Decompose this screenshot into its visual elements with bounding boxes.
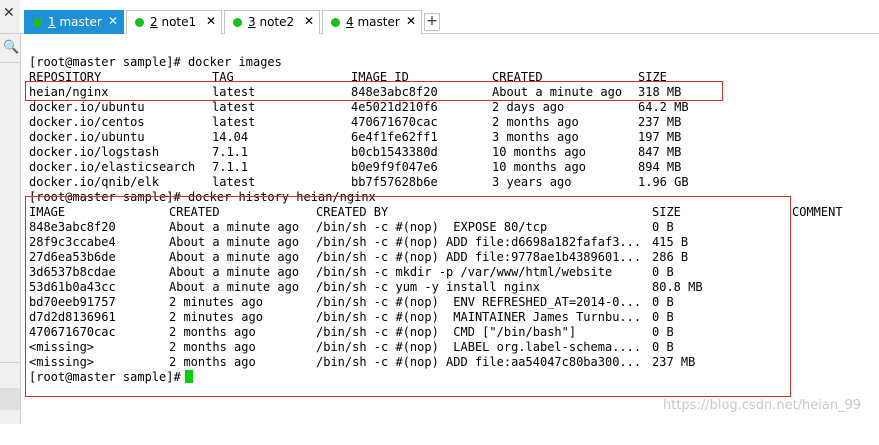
repository-cell: docker.io/elasticsearch	[29, 160, 196, 174]
left-sidebar: ✕ 🔍	[0, 0, 21, 424]
divider	[0, 33, 20, 34]
close-icon[interactable]: ✕	[3, 5, 15, 21]
divider	[0, 362, 20, 363]
tab-4-master[interactable]: 4 master ✕	[322, 10, 422, 34]
tab-close-icon[interactable]: ✕	[108, 14, 118, 28]
sidebar-scroll-block[interactable]	[0, 388, 20, 410]
size-cell: 1.96 GB	[638, 175, 689, 189]
table-row: docker.io/logstash 7.1.1 b0cb1543380d 10…	[29, 145, 681, 160]
table-row: docker.io/elasticsearch 7.1.1 b0e9f9f047…	[29, 160, 681, 175]
command-line: [root@master sample]# docker images	[29, 55, 282, 70]
created-cell: 3 years ago	[492, 175, 572, 189]
size-cell: 64.2 MB	[638, 100, 689, 114]
table-row: docker.io/centos latest 470671670cac 2 m…	[29, 115, 681, 130]
tag-cell: latest	[212, 100, 256, 114]
connected-status-icon	[331, 18, 340, 27]
add-tab-button[interactable]: +	[424, 13, 440, 31]
image-id-cell: 4e5021d210f6	[351, 100, 438, 114]
tab-name: note1	[161, 15, 197, 29]
size-cell: 197 MB	[638, 130, 682, 144]
table-row: docker.io/ubuntu latest 4e5021d210f6 2 d…	[29, 100, 689, 115]
tag-cell: 7.1.1	[212, 160, 249, 174]
repository-cell: docker.io/qnib/elk	[29, 175, 160, 189]
table-row: docker.io/qnib/elk latest bb7f57628b6e 3…	[29, 175, 689, 190]
connected-status-icon	[233, 18, 242, 27]
tab-close-icon[interactable]: ✕	[406, 14, 416, 28]
size-cell: 894 MB	[638, 160, 682, 174]
image-id-cell: 470671670cac	[351, 115, 438, 129]
repository-cell: docker.io/centos	[29, 115, 145, 129]
tab-close-icon[interactable]: ✕	[206, 14, 216, 28]
tab-name: master	[357, 15, 400, 29]
tab-1-master[interactable]: 1 master ✕	[24, 10, 124, 34]
tab-number: 4	[346, 15, 354, 29]
size-cell: 847 MB	[638, 145, 682, 159]
tab-3-note2[interactable]: 3 note2 ✕	[224, 10, 320, 34]
tag-cell: latest	[212, 175, 256, 189]
highlight-box-image-row	[25, 81, 723, 101]
connected-status-icon	[33, 18, 42, 27]
repository-cell: docker.io/ubuntu	[29, 130, 145, 144]
image-id-cell: bb7f57628b6e	[351, 175, 438, 189]
divider	[0, 62, 20, 63]
tab-number: 2	[150, 15, 158, 29]
created-cell: 10 months ago	[492, 145, 586, 159]
tag-cell: 7.1.1	[212, 145, 249, 159]
tag-cell: latest	[212, 115, 256, 129]
tab-name: master	[59, 15, 102, 29]
tab-2-note1[interactable]: 2 note1 ✕	[126, 10, 222, 34]
connected-status-icon	[135, 18, 144, 27]
created-cell: 2 months ago	[492, 115, 579, 129]
image-id-cell: 6e4f1fe62ff1	[351, 130, 438, 144]
created-cell: 3 months ago	[492, 130, 579, 144]
image-id-cell: b0e9f9f047e6	[351, 160, 438, 174]
column-header: COMMENT	[792, 205, 843, 219]
created-cell: 10 months ago	[492, 160, 586, 174]
size-cell: 237 MB	[638, 115, 682, 129]
tab-number: 3	[248, 15, 256, 29]
watermark: https://blog.csdn.net/heian_99	[663, 398, 862, 413]
created-cell: 2 days ago	[492, 100, 565, 114]
repository-cell: docker.io/logstash	[29, 145, 160, 159]
tab-close-icon[interactable]: ✕	[304, 14, 314, 28]
table-row: docker.io/ubuntu 14.04 6e4f1fe62ff1 3 mo…	[29, 130, 681, 145]
tab-number: 1	[48, 15, 56, 29]
highlight-box-history	[25, 196, 791, 397]
command-text: [root@master sample]# docker images	[29, 55, 282, 69]
image-id-cell: b0cb1543380d	[351, 145, 438, 159]
search-icon[interactable]: 🔍	[3, 40, 19, 55]
repository-cell: docker.io/ubuntu	[29, 100, 145, 114]
tab-name: note2	[259, 15, 295, 29]
tag-cell: 14.04	[212, 130, 249, 144]
